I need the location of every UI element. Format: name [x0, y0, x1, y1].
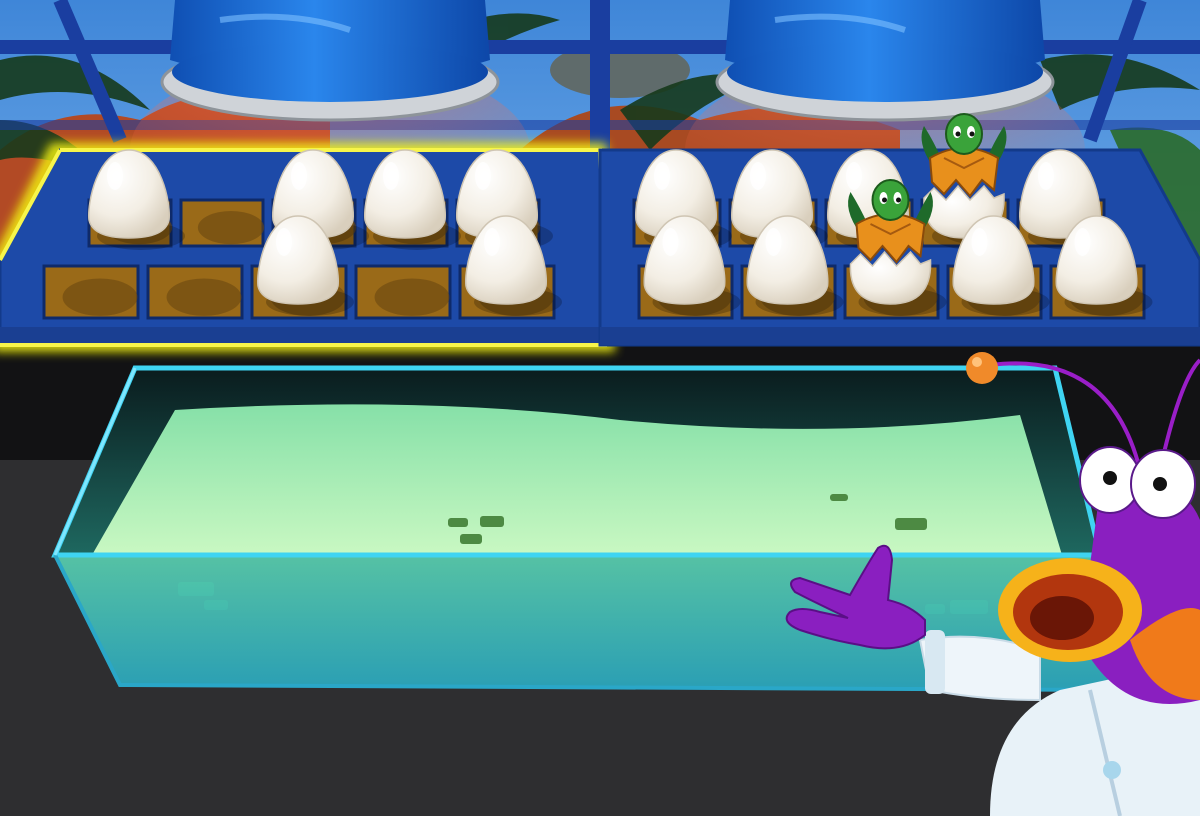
game-stage	[0, 0, 1200, 816]
egg-tray-right[interactable]	[598, 113, 1200, 347]
antenna-ball	[966, 352, 998, 384]
egg-tray-left[interactable]	[0, 143, 616, 352]
